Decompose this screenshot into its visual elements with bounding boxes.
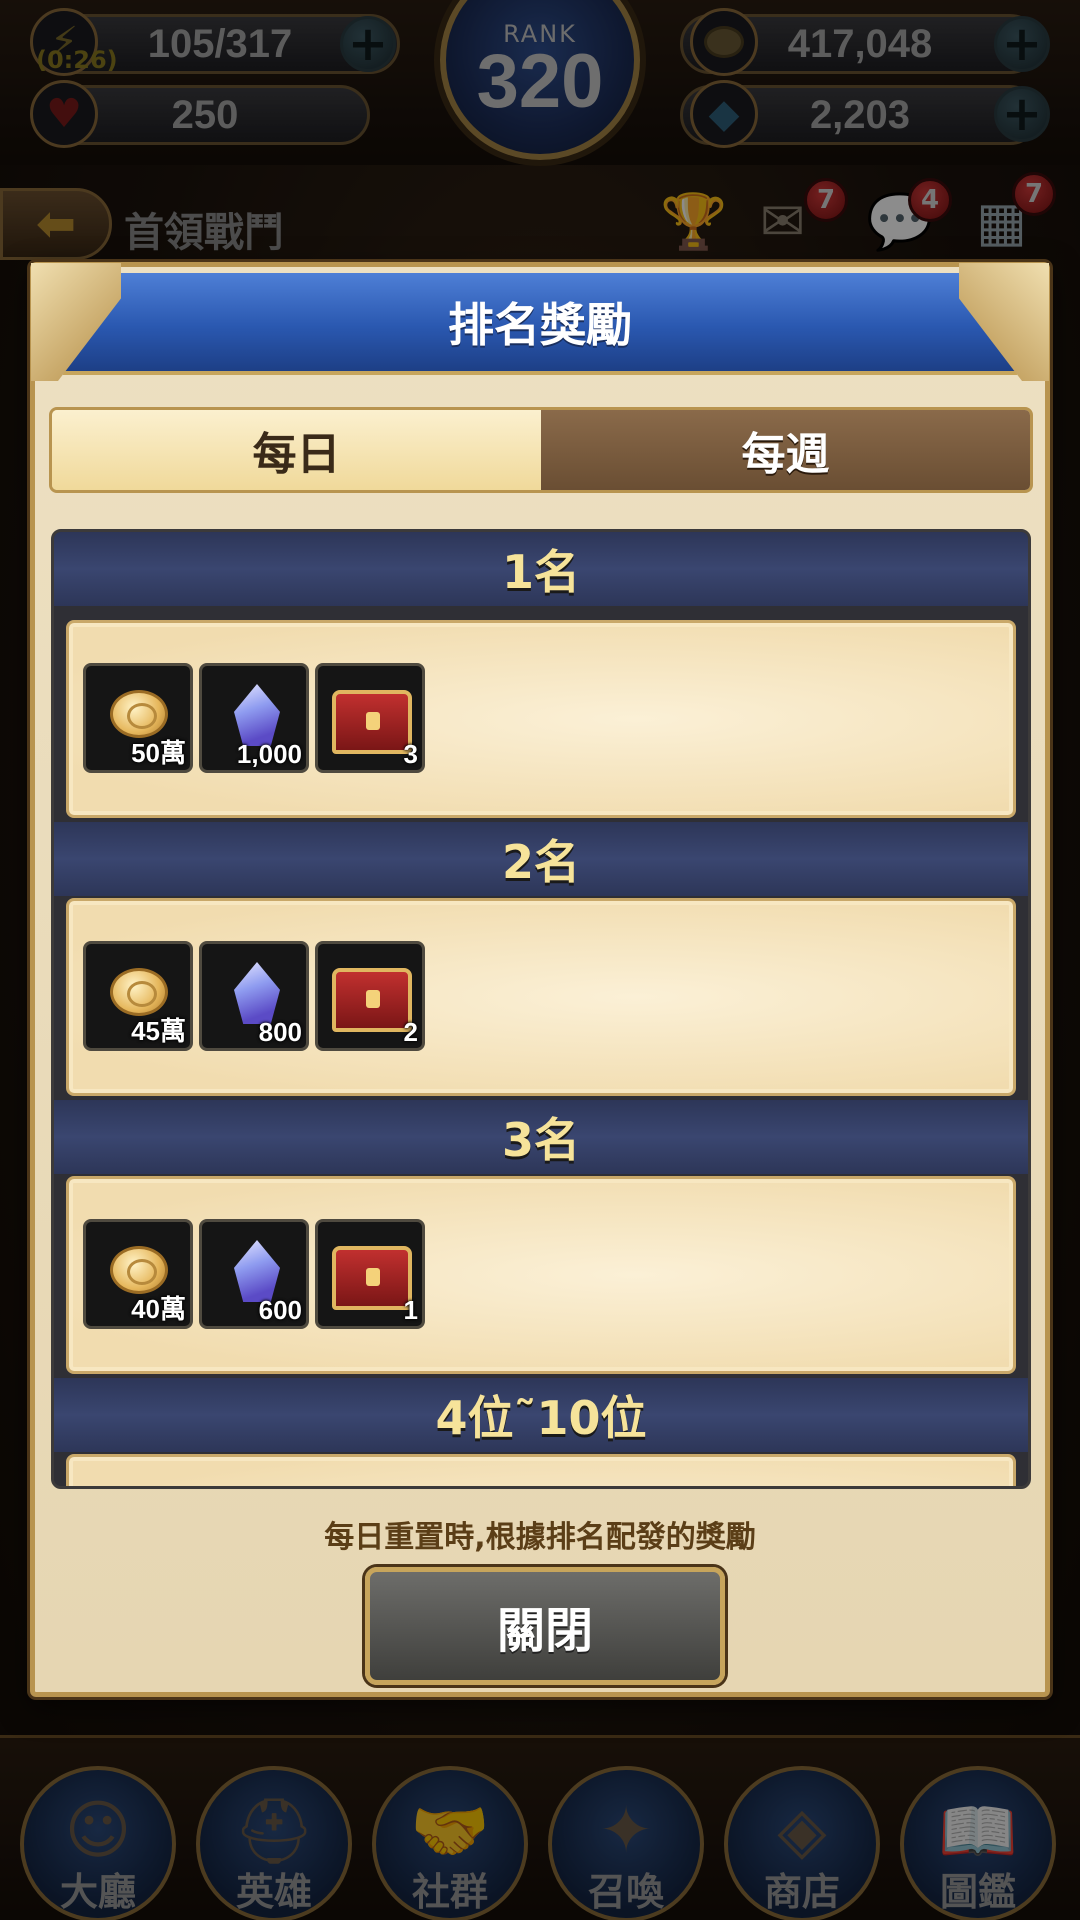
reward-card: 50萬 1,000 3	[66, 620, 1016, 818]
reward-qty: 40萬	[131, 1294, 186, 1324]
rank-header-label: 4位˜10位	[435, 1391, 647, 1445]
rank-header-label: 1名	[501, 545, 580, 599]
treasure-chest-icon	[332, 690, 412, 754]
dialog-header: 排名獎勵	[63, 273, 1017, 375]
reward-qty: 1,000	[236, 739, 302, 769]
reward-item[interactable]: 1,000	[199, 663, 309, 773]
reward-card	[66, 1454, 1016, 1486]
tab-daily[interactable]: 每日	[52, 410, 541, 490]
reward-item[interactable]: 800	[199, 941, 309, 1051]
close-button-label: 關閉	[496, 1603, 593, 1659]
tab-weekly-label: 每週	[741, 429, 830, 480]
treasure-chest-icon	[332, 1246, 412, 1310]
gold-coin-icon	[110, 1246, 168, 1294]
period-tabs: 每日 每週	[49, 407, 1033, 493]
reward-item[interactable]: 1	[315, 1219, 425, 1329]
reward-item[interactable]: 2	[315, 941, 425, 1051]
reward-qty: 2	[403, 1017, 418, 1047]
reward-qty: 3	[403, 739, 418, 769]
reward-item[interactable]: 600	[199, 1219, 309, 1329]
reward-item[interactable]: 40萬	[83, 1219, 193, 1329]
reward-qty: 600	[258, 1295, 302, 1325]
gold-coin-icon	[110, 690, 168, 738]
rank-reward-list[interactable]: 1名 50萬 1,000 3 2名 45萬 800 2 3名 40萬 600 1…	[51, 529, 1031, 1489]
rank-rewards-dialog: 排名獎勵 每日 每週 1名 50萬 1,000 3 2名 45萬 800 2 3…	[30, 262, 1050, 1697]
reward-card: 40萬 600 1	[66, 1176, 1016, 1374]
crystal-gem-icon	[234, 1240, 280, 1302]
rank-header: 1名	[54, 532, 1028, 606]
rank-header: 3名	[54, 1100, 1028, 1174]
reward-card: 45萬 800 2	[66, 898, 1016, 1096]
reward-qty: 45萬	[131, 1016, 186, 1046]
close-button[interactable]: 關閉	[365, 1567, 725, 1685]
reward-qty: 800	[258, 1017, 302, 1047]
reward-item[interactable]: 50萬	[83, 663, 193, 773]
rank-header-label: 2名	[501, 835, 580, 889]
tab-daily-label: 每日	[252, 429, 341, 480]
rank-header: 2名	[54, 822, 1028, 896]
reward-footnote: 每日重置時,根據排名配發的獎勵	[324, 1520, 756, 1555]
rank-header: 4位˜10位	[54, 1378, 1028, 1452]
tab-weekly[interactable]: 每週	[541, 410, 1030, 490]
crystal-gem-icon	[234, 962, 280, 1024]
reward-item[interactable]: 3	[315, 663, 425, 773]
dialog-title: 排名獎勵	[448, 298, 632, 352]
reward-item[interactable]: 45萬	[83, 941, 193, 1051]
crystal-gem-icon	[234, 684, 280, 746]
reward-qty: 1	[403, 1295, 418, 1325]
rank-header-label: 3名	[501, 1113, 580, 1167]
reward-qty: 50萬	[131, 738, 186, 768]
gold-coin-icon	[110, 968, 168, 1016]
treasure-chest-icon	[332, 968, 412, 1032]
